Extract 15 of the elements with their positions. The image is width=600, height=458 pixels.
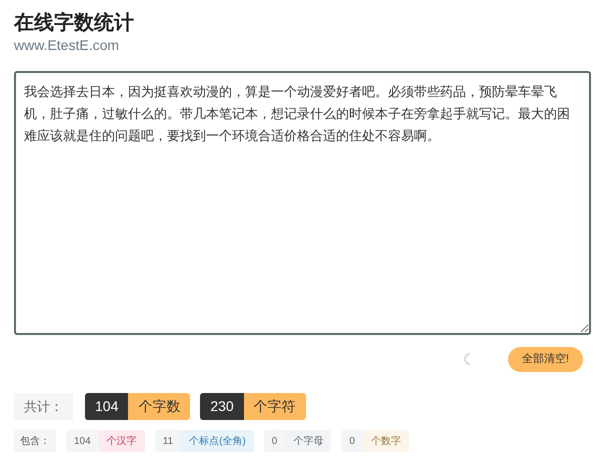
detail-label: 包含： <box>14 430 56 452</box>
detail-count-tag: 104 个汉字 <box>66 430 145 452</box>
loading-spinner-icon <box>464 353 472 365</box>
total-label: 共计： <box>14 393 73 420</box>
unit-tag: 个汉字 <box>98 430 145 452</box>
page-title: 在线字数统计 <box>14 10 135 36</box>
unit-tag: 个字母 <box>285 430 332 452</box>
text-input-field[interactable]: 我会选择去日本，因为挺喜欢动漫的，算是一个动漫爱好者吧。必须带些药品，预防晕车晕飞机，肚子痛，过敏什么的。带几本笔记本，想记录什么的时候本子在旁拿起手就写记。最大的困难应该就是住的问题吧，要找到一个环境合适价格合适的住处不容易啊。 <box>14 71 591 335</box>
unit-tag: 个标点(全角) <box>181 430 254 452</box>
detail-count-tag: 11 个标点(全角) <box>154 430 254 452</box>
detail-count-tag: 0 个字母 <box>264 430 332 452</box>
detail-count-tag: 0 个数字 <box>341 430 409 452</box>
clear-all-button[interactable]: 全部清空! <box>508 346 583 372</box>
site-url: www.EtestE.com <box>14 36 120 54</box>
unit-tag: 个数字 <box>362 430 409 452</box>
